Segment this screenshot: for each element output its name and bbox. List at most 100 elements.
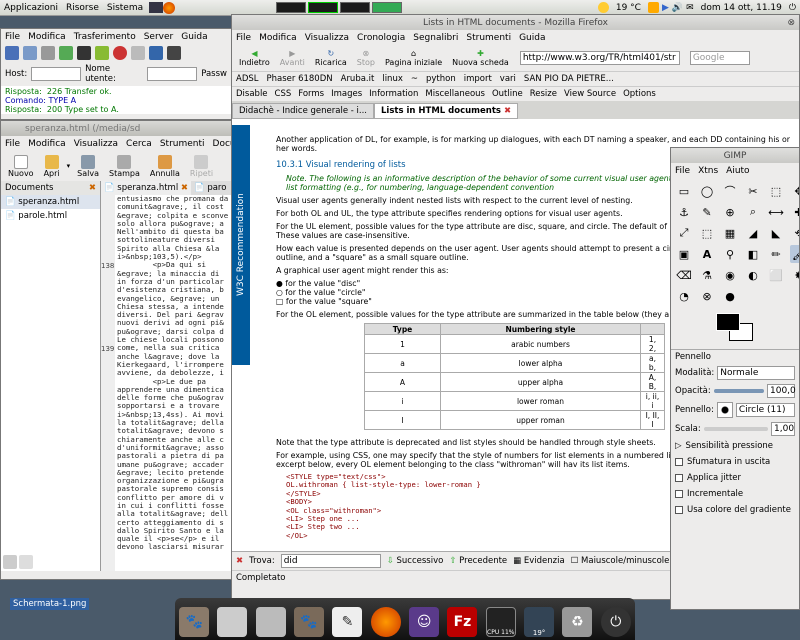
ftp-menu-edit[interactable]: Modifica [28,32,66,42]
code-view[interactable]: 138 139 entusiasmo che promana da comuni… [101,194,234,571]
opacity-input[interactable]: 100,0 [767,384,796,398]
editor-menu-view[interactable]: Visualizza [74,139,118,149]
code-text[interactable]: entusiasmo che promana da comunit&agrave… [115,194,228,571]
mode-select[interactable]: Normale [717,366,795,380]
webdev-outline[interactable]: Outline [492,89,523,99]
filebrowser-tab-icon[interactable] [19,555,33,569]
color-picker-tool-icon[interactable]: ⊕ [721,203,739,221]
toggle-log-icon[interactable] [23,46,37,60]
zoom-tool-icon[interactable]: ⌕ [744,203,762,221]
power-icon[interactable]: ⏻ [600,607,631,637]
bookmark-item[interactable]: ADSL [236,74,259,84]
ellipse-select-tool-icon[interactable]: ◯ [698,182,716,200]
paths-tool-icon[interactable]: ✎ [698,203,716,221]
filter-icon[interactable] [167,46,181,60]
webdev-disable[interactable]: Disable [236,89,268,99]
open-button[interactable]: Apri [41,154,63,178]
new-tab-button[interactable]: ✚ Nuova scheda [449,49,512,67]
file-list-item[interactable]: 📄 speranza.html [1,195,100,209]
user-input[interactable] [147,67,198,81]
drive-icon[interactable] [255,607,286,637]
undo-button[interactable]: Annulla [147,154,183,178]
url-bar[interactable]: http://www.w3.org/TR/html401/str [519,51,680,65]
drive-icon[interactable] [217,607,248,637]
reload-button[interactable]: ↻ Ricarica [312,49,350,67]
brush-preview[interactable] [716,402,733,418]
bookmark-folder[interactable]: vari [500,74,516,84]
gimp-launcher-icon[interactable]: 🐾 [294,607,325,637]
perspective-clone-tool-icon[interactable]: ⬜ [767,266,785,284]
documents-tab-icon[interactable] [3,555,17,569]
browser-menu-history[interactable]: Cronologia [357,33,405,43]
webdev-resize[interactable]: Resize [530,89,557,99]
side-pane-switcher[interactable] [3,555,33,569]
airbrush-tool-icon[interactable]: ⚗ [698,266,716,284]
bookmark-folder[interactable]: import [464,74,492,84]
rotate-tool-icon[interactable]: ⟲ [790,224,799,242]
browser-titlebar[interactable]: Lists in HTML documents - Mozilla Firefo… [232,15,799,30]
gradient-color-checkbox[interactable]: Usa colore del gradiente [671,502,799,518]
bookmark-item[interactable]: Phaser 6180DN [267,74,333,84]
volume-icon[interactable]: 🔊 [672,3,683,13]
browser-menu-tools[interactable]: Strumenti [466,33,511,43]
search-files-icon[interactable] [77,46,91,60]
weather-icon[interactable]: 19° [524,607,555,637]
webdev-options[interactable]: Options [623,89,656,99]
firefox-launcher-icon[interactable] [163,1,176,14]
power-icon[interactable]: ⏻ [789,3,796,13]
browser-menu-bookmarks[interactable]: Segnalibri [413,33,458,43]
find-previous-button[interactable]: ⇧ Precedente [449,556,507,566]
editor-menu-tools[interactable]: Strumenti [160,139,205,149]
cancel-icon[interactable] [113,46,127,60]
redo-button[interactable]: Ripeti [187,154,216,178]
find-next-button[interactable]: ⇩ Successivo [387,556,444,566]
desktop-file-icon[interactable]: Schermata-1.png [10,598,90,610]
clock[interactable]: dom 14 ott, 11.19 [697,3,786,13]
host-input[interactable] [31,67,82,81]
trash-icon[interactable]: ♻ [562,607,593,637]
pencil-tool-icon[interactable]: ✏ [767,245,785,263]
browser-menu-edit[interactable]: Modifica [259,33,297,43]
measure-tool-icon[interactable]: ⟷ [767,203,785,221]
new-button[interactable]: Nuovo [5,154,37,178]
opacity-slider[interactable] [713,389,764,393]
editor-tab-parole[interactable]: 📄 paro [191,181,229,195]
close-findbar-icon[interactable]: ✖ [236,556,243,566]
filezilla-launcher-icon[interactable]: Fz [447,607,478,637]
gimp-launcher-icon[interactable]: 🐾 [179,607,210,637]
editor-titlebar[interactable]: speranza.html (/media/sd [1,121,234,136]
home-button[interactable]: ⌂ Pagina iniziale [382,49,445,67]
eraser-tool-icon[interactable]: ⌫ [675,266,693,284]
bookmark-item[interactable]: Aruba.it [341,74,375,84]
stop-button[interactable]: ⊗ Stop [354,49,378,67]
webdev-misc[interactable]: Miscellaneous [425,89,485,99]
search-box[interactable]: Google [689,51,750,65]
panel-menu-places[interactable]: Risorse [62,3,103,13]
webdev-information[interactable]: Information [369,89,418,99]
chevron-down-icon[interactable]: ▾ [67,162,71,170]
match-case-checkbox[interactable]: ☐ Maiuscole/minuscole [571,556,670,566]
close-icon[interactable]: ✖ [89,183,96,193]
flip-tool-icon[interactable]: ◣ [767,224,785,242]
brush-name[interactable]: Circle (11) [735,403,795,417]
apply-jitter-checkbox[interactable]: Applica jitter [671,470,799,486]
blur-tool-icon[interactable]: ◔ [675,287,693,305]
close-tab-icon[interactable]: ✖ [504,106,511,116]
crop-tool-icon[interactable]: ⬚ [698,224,716,242]
panel-menu-system[interactable]: Sistema [103,3,147,13]
close-window-icon[interactable]: ⊗ [787,18,795,28]
media-play-icon[interactable]: ▶ [662,3,669,13]
file-list-item[interactable]: 📄 parole.html [1,209,100,223]
scale-tool-icon[interactable]: ⤢ [675,224,693,242]
ftp-menu-help[interactable]: Guida [181,32,207,42]
workspace-3[interactable] [340,2,371,13]
scissors-tool-icon[interactable]: ✂ [744,182,762,200]
pidgin-launcher-icon[interactable]: ☺ [409,607,440,637]
bookmark-folder[interactable]: linux [382,74,403,84]
gimp-menu-xtns[interactable]: Xtns [698,166,718,176]
editor-menu-edit[interactable]: Modifica [28,139,66,149]
text-tool-icon[interactable]: A [698,245,716,263]
gradient-swatch-icon[interactable]: ● [721,287,739,305]
site-manager-icon[interactable] [5,46,19,60]
heal-tool-icon[interactable]: ◐ [744,266,762,284]
